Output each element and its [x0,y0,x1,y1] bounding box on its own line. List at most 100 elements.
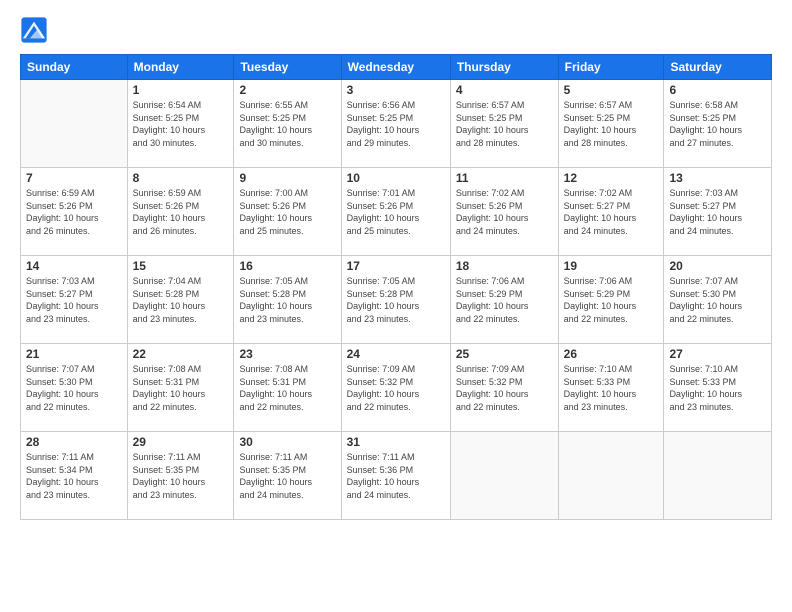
day-number: 7 [26,171,122,185]
day-info: Sunrise: 6:57 AM Sunset: 5:25 PM Dayligh… [564,99,659,149]
day-info: Sunrise: 6:55 AM Sunset: 5:25 PM Dayligh… [239,99,335,149]
day-info: Sunrise: 7:07 AM Sunset: 5:30 PM Dayligh… [26,363,122,413]
day-cell [450,432,558,520]
day-number: 6 [669,83,766,97]
day-info: Sunrise: 7:02 AM Sunset: 5:27 PM Dayligh… [564,187,659,237]
week-row-5: 28 Sunrise: 7:11 AM Sunset: 5:34 PM Dayli… [21,432,772,520]
day-cell: 6 Sunrise: 6:58 AM Sunset: 5:25 PM Daylig… [664,80,772,168]
day-number: 3 [347,83,445,97]
day-cell: 31 Sunrise: 7:11 AM Sunset: 5:36 PM Dayli… [341,432,450,520]
day-info: Sunrise: 7:05 AM Sunset: 5:28 PM Dayligh… [239,275,335,325]
day-cell: 7 Sunrise: 6:59 AM Sunset: 5:26 PM Daylig… [21,168,128,256]
day-number: 1 [133,83,229,97]
day-info: Sunrise: 7:11 AM Sunset: 5:35 PM Dayligh… [133,451,229,501]
day-info: Sunrise: 7:09 AM Sunset: 5:32 PM Dayligh… [347,363,445,413]
day-cell: 16 Sunrise: 7:05 AM Sunset: 5:28 PM Dayli… [234,256,341,344]
day-number: 2 [239,83,335,97]
day-cell: 15Sunrise: 7:04 AM Sunset: 5:28 PM Dayli… [127,256,234,344]
day-info: Sunrise: 7:00 AM Sunset: 5:26 PM Dayligh… [239,187,335,237]
day-info: Sunrise: 7:01 AM Sunset: 5:26 PM Dayligh… [347,187,445,237]
day-info: Sunrise: 7:10 AM Sunset: 5:33 PM Dayligh… [564,363,659,413]
calendar-header-monday: Monday [127,55,234,80]
day-number: 11 [456,171,553,185]
day-cell: 14Sunrise: 7:03 AM Sunset: 5:27 PM Dayli… [21,256,128,344]
day-number: 8 [133,171,229,185]
day-cell: 29 Sunrise: 7:11 AM Sunset: 5:35 PM Dayli… [127,432,234,520]
day-info: Sunrise: 7:10 AM Sunset: 5:33 PM Dayligh… [669,363,766,413]
day-cell: 11 Sunrise: 7:02 AM Sunset: 5:26 PM Dayli… [450,168,558,256]
day-cell [21,80,128,168]
day-info: Sunrise: 7:08 AM Sunset: 5:31 PM Dayligh… [133,363,229,413]
day-number: 21 [26,347,122,361]
day-info: Sunrise: 7:07 AM Sunset: 5:30 PM Dayligh… [669,275,766,325]
day-cell: 25Sunrise: 7:09 AM Sunset: 5:32 PM Dayli… [450,344,558,432]
day-info: Sunrise: 6:59 AM Sunset: 5:26 PM Dayligh… [133,187,229,237]
day-cell: 13Sunrise: 7:03 AM Sunset: 5:27 PM Dayli… [664,168,772,256]
day-number: 30 [239,435,335,449]
day-cell: 9 Sunrise: 7:00 AM Sunset: 5:26 PM Daylig… [234,168,341,256]
day-cell: 19 Sunrise: 7:06 AM Sunset: 5:29 PM Dayli… [558,256,664,344]
week-row-1: 1Sunrise: 6:54 AM Sunset: 5:25 PM Daylig… [21,80,772,168]
day-cell: 21 Sunrise: 7:07 AM Sunset: 5:30 PM Dayli… [21,344,128,432]
day-number: 28 [26,435,122,449]
day-number: 27 [669,347,766,361]
day-info: Sunrise: 6:58 AM Sunset: 5:25 PM Dayligh… [669,99,766,149]
day-cell: 1Sunrise: 6:54 AM Sunset: 5:25 PM Daylig… [127,80,234,168]
day-number: 9 [239,171,335,185]
day-number: 16 [239,259,335,273]
day-number: 5 [564,83,659,97]
day-cell: 10 Sunrise: 7:01 AM Sunset: 5:26 PM Dayli… [341,168,450,256]
day-info: Sunrise: 7:06 AM Sunset: 5:29 PM Dayligh… [564,275,659,325]
calendar-header-saturday: Saturday [664,55,772,80]
calendar: SundayMondayTuesdayWednesdayThursdayFrid… [20,54,772,520]
day-info: Sunrise: 6:57 AM Sunset: 5:25 PM Dayligh… [456,99,553,149]
day-number: 4 [456,83,553,97]
day-info: Sunrise: 7:04 AM Sunset: 5:28 PM Dayligh… [133,275,229,325]
day-info: Sunrise: 7:03 AM Sunset: 5:27 PM Dayligh… [669,187,766,237]
day-info: Sunrise: 7:11 AM Sunset: 5:34 PM Dayligh… [26,451,122,501]
day-cell [664,432,772,520]
day-cell: 4 Sunrise: 6:57 AM Sunset: 5:25 PM Daylig… [450,80,558,168]
day-number: 25 [456,347,553,361]
calendar-header-row: SundayMondayTuesdayWednesdayThursdayFrid… [21,55,772,80]
week-row-3: 14Sunrise: 7:03 AM Sunset: 5:27 PM Dayli… [21,256,772,344]
calendar-header-wednesday: Wednesday [341,55,450,80]
calendar-header-tuesday: Tuesday [234,55,341,80]
day-cell: 12 Sunrise: 7:02 AM Sunset: 5:27 PM Dayli… [558,168,664,256]
day-number: 29 [133,435,229,449]
day-cell: 27 Sunrise: 7:10 AM Sunset: 5:33 PM Dayli… [664,344,772,432]
day-info: Sunrise: 7:08 AM Sunset: 5:31 PM Dayligh… [239,363,335,413]
calendar-header-thursday: Thursday [450,55,558,80]
day-info: Sunrise: 6:59 AM Sunset: 5:26 PM Dayligh… [26,187,122,237]
day-number: 12 [564,171,659,185]
logo-icon [20,16,48,44]
day-number: 31 [347,435,445,449]
day-cell: 28 Sunrise: 7:11 AM Sunset: 5:34 PM Dayli… [21,432,128,520]
day-cell: 5 Sunrise: 6:57 AM Sunset: 5:25 PM Daylig… [558,80,664,168]
day-number: 17 [347,259,445,273]
week-row-4: 21 Sunrise: 7:07 AM Sunset: 5:30 PM Dayli… [21,344,772,432]
day-number: 26 [564,347,659,361]
header [20,16,772,44]
day-number: 19 [564,259,659,273]
day-cell: 3Sunrise: 6:56 AM Sunset: 5:25 PM Daylig… [341,80,450,168]
day-cell: 17 Sunrise: 7:05 AM Sunset: 5:28 PM Dayli… [341,256,450,344]
day-number: 22 [133,347,229,361]
day-number: 10 [347,171,445,185]
day-info: Sunrise: 7:11 AM Sunset: 5:36 PM Dayligh… [347,451,445,501]
day-cell: 24Sunrise: 7:09 AM Sunset: 5:32 PM Dayli… [341,344,450,432]
day-info: Sunrise: 7:02 AM Sunset: 5:26 PM Dayligh… [456,187,553,237]
calendar-header-sunday: Sunday [21,55,128,80]
day-info: Sunrise: 7:06 AM Sunset: 5:29 PM Dayligh… [456,275,553,325]
calendar-header-friday: Friday [558,55,664,80]
day-number: 18 [456,259,553,273]
day-cell [558,432,664,520]
day-cell: 26 Sunrise: 7:10 AM Sunset: 5:33 PM Dayli… [558,344,664,432]
day-number: 23 [239,347,335,361]
week-row-2: 7 Sunrise: 6:59 AM Sunset: 5:26 PM Daylig… [21,168,772,256]
logo [20,16,52,44]
day-cell: 22 Sunrise: 7:08 AM Sunset: 5:31 PM Dayli… [127,344,234,432]
day-info: Sunrise: 7:05 AM Sunset: 5:28 PM Dayligh… [347,275,445,325]
day-cell: 2 Sunrise: 6:55 AM Sunset: 5:25 PM Daylig… [234,80,341,168]
day-info: Sunrise: 7:11 AM Sunset: 5:35 PM Dayligh… [239,451,335,501]
